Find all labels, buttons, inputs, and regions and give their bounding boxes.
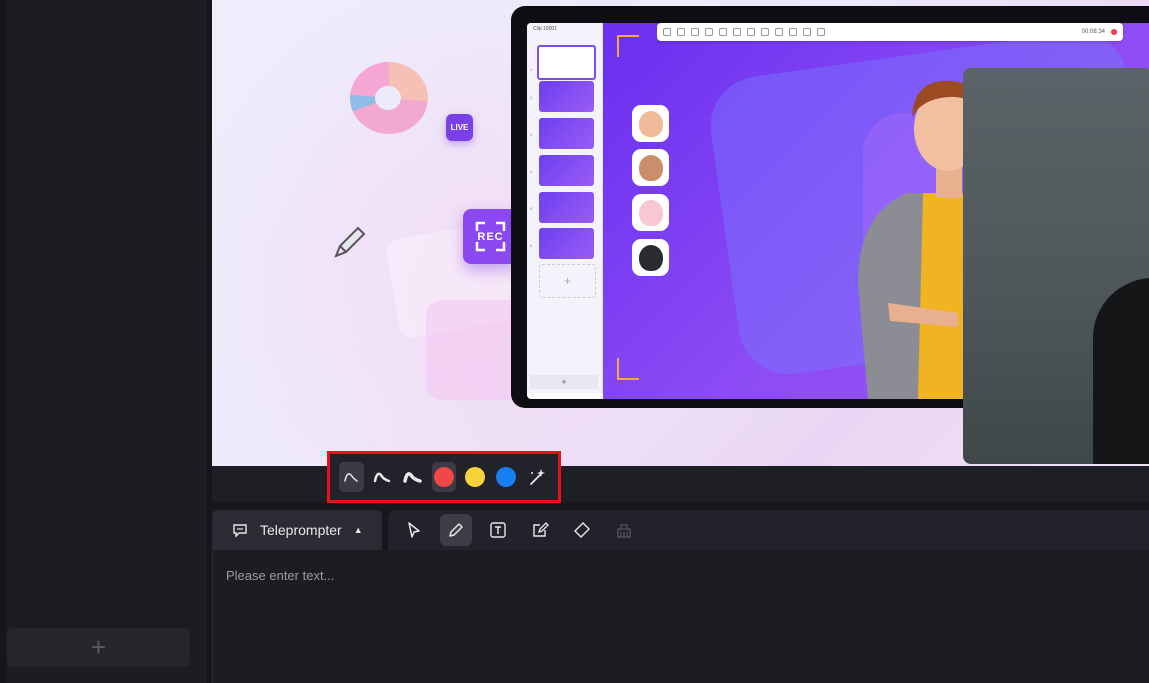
color-yellow-button[interactable]	[462, 462, 487, 492]
thumb-number: 6	[530, 243, 533, 248]
caret-up-icon[interactable]: ▲	[354, 525, 363, 535]
toolbar-tool[interactable]	[705, 28, 713, 36]
bottom-tab-row: Teleprompter ▲	[212, 510, 1149, 550]
avatar-option[interactable]	[632, 149, 669, 186]
preview-canvas: LIVE REC Clip 10001 1 2 3 4 5 6 + + 00:0…	[212, 0, 1149, 466]
pencil-tool-button[interactable]	[440, 514, 472, 546]
left-panel: +	[0, 0, 208, 683]
toolbar-tool[interactable]	[733, 28, 741, 36]
live-badge: LIVE	[446, 114, 473, 141]
draw-tools	[388, 510, 1149, 550]
text-icon	[490, 522, 506, 538]
pen-medium-button[interactable]	[370, 462, 395, 492]
tab-label: Teleprompter	[260, 522, 342, 538]
toolbar-tool[interactable]	[691, 28, 699, 36]
text-tool-button[interactable]	[482, 514, 514, 546]
pointer-icon	[408, 522, 420, 538]
pen-thin-icon	[344, 473, 359, 482]
pen-thick-icon	[403, 472, 422, 483]
slide-thumb[interactable]	[539, 81, 594, 112]
thumb-number: 4	[530, 169, 533, 174]
color-swatch	[434, 467, 454, 487]
edit-box-icon	[533, 522, 549, 537]
thumb-number: 2	[530, 95, 533, 100]
toolbar-tool[interactable]	[789, 28, 797, 36]
add-slide-button[interactable]: +	[539, 264, 596, 298]
pencil-decor-icon	[334, 226, 366, 258]
toolbar-tool[interactable]	[719, 28, 727, 36]
camera-feed	[963, 68, 1149, 464]
toolbar-tool[interactable]	[677, 28, 685, 36]
toolbar-tool[interactable]	[747, 28, 755, 36]
color-red-button[interactable]	[431, 462, 457, 492]
frame-corner	[617, 35, 639, 57]
slide-thumb[interactable]	[537, 45, 596, 80]
magic-pen-button[interactable]	[524, 462, 549, 492]
color-swatch	[495, 467, 516, 487]
avatar-option[interactable]	[632, 105, 669, 142]
add-scene-button[interactable]: +	[7, 628, 190, 667]
color-swatch	[464, 467, 485, 487]
recording-timer: 00:08:34	[1081, 29, 1105, 35]
frame-corner	[617, 358, 639, 380]
avatar-option[interactable]	[632, 239, 669, 276]
pencil-icon	[449, 523, 463, 537]
thumb-number: 5	[530, 206, 533, 211]
toolbar-tool[interactable]	[817, 28, 825, 36]
record-dot-icon[interactable]	[1111, 29, 1117, 35]
slide-toolbar: 00:08:34	[657, 23, 1123, 41]
slide-thumb[interactable]	[539, 228, 594, 259]
slide-thumbnails: Clip 10001 1 2 3 4 5 6 + +	[527, 23, 603, 393]
app-title: Clip 10001	[533, 26, 557, 32]
chat-icon	[233, 524, 247, 538]
rec-badge: REC	[463, 209, 518, 264]
left-strip	[0, 0, 6, 683]
clear-icon	[617, 524, 631, 538]
teleprompter-placeholder: Please enter text...	[226, 568, 335, 583]
donut-chart-decor	[350, 62, 428, 134]
slide-thumb[interactable]	[539, 192, 594, 223]
pen-toolbar	[327, 451, 561, 503]
camera-subject	[1093, 278, 1149, 464]
slide-thumb[interactable]	[539, 155, 594, 186]
eraser-tool-button[interactable]	[566, 514, 598, 546]
rec-label: REC	[477, 230, 504, 243]
teleprompter-text-area[interactable]: Please enter text...	[212, 550, 1149, 683]
color-blue-button[interactable]	[493, 462, 518, 492]
pen-medium-icon	[374, 472, 391, 483]
eraser-icon	[574, 522, 590, 538]
toolbar-tool[interactable]	[663, 28, 671, 36]
pointer-tool-button[interactable]	[398, 514, 430, 546]
add-slide-bottom-button[interactable]: +	[530, 375, 598, 389]
magic-wand-icon	[529, 469, 545, 485]
edit-box-tool-button[interactable]	[524, 514, 556, 546]
toolbar-tool[interactable]	[775, 28, 783, 36]
thumb-number: 3	[530, 132, 533, 137]
avatar-option[interactable]	[632, 194, 669, 231]
thumb-number: 1	[530, 67, 533, 72]
tab-teleprompter[interactable]: Teleprompter ▲	[212, 510, 382, 550]
pen-thin-button[interactable]	[339, 462, 364, 492]
slide-thumb[interactable]	[539, 118, 594, 149]
pen-thick-button[interactable]	[401, 462, 426, 492]
toolbar-tool[interactable]	[761, 28, 769, 36]
toolbar-tool[interactable]	[803, 28, 811, 36]
clear-tool-button[interactable]	[608, 514, 640, 546]
